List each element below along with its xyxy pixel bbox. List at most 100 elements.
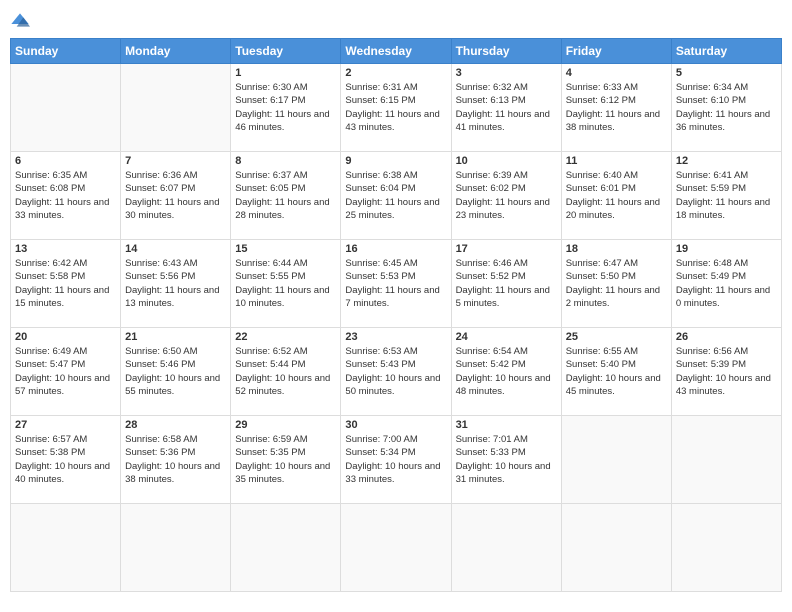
day-number: 10 <box>456 155 557 167</box>
day-info: Sunrise: 6:47 AM Sunset: 5:50 PM Dayligh… <box>566 257 667 310</box>
day-number: 26 <box>676 331 777 343</box>
calendar-cell <box>561 504 671 592</box>
day-number: 18 <box>566 243 667 255</box>
calendar-row: 20 Sunrise: 6:49 AM Sunset: 5:47 PM Dayli… <box>11 328 782 416</box>
weekday-header-row: SundayMondayTuesdayWednesdayThursdayFrid… <box>11 39 782 64</box>
day-info: Sunrise: 6:52 AM Sunset: 5:44 PM Dayligh… <box>235 345 336 398</box>
calendar-cell: 13Sunrise: 6:42 AM Sunset: 5:58 PM Dayli… <box>11 240 121 328</box>
calendar-cell: 1 Sunrise: 6:30 AM Sunset: 6:17 PM Daylig… <box>231 64 341 152</box>
calendar-cell: 22 Sunrise: 6:52 AM Sunset: 5:44 PM Dayli… <box>231 328 341 416</box>
calendar-cell: 24 Sunrise: 6:54 AM Sunset: 5:42 PM Dayli… <box>451 328 561 416</box>
day-info: Sunrise: 6:35 AM Sunset: 6:08 PM Dayligh… <box>15 169 116 222</box>
day-info: Sunrise: 6:30 AM Sunset: 6:17 PM Dayligh… <box>235 81 336 134</box>
day-number: 8 <box>235 155 336 167</box>
day-number: 25 <box>566 331 667 343</box>
calendar-cell: 7 Sunrise: 6:36 AM Sunset: 6:07 PM Daylig… <box>121 152 231 240</box>
calendar-cell <box>671 416 781 504</box>
day-number: 22 <box>235 331 336 343</box>
logo <box>10 10 34 30</box>
day-number: 3 <box>456 67 557 79</box>
calendar-cell: 3 Sunrise: 6:32 AM Sunset: 6:13 PM Daylig… <box>451 64 561 152</box>
day-number: 1 <box>235 67 336 79</box>
day-info: Sunrise: 6:31 AM Sunset: 6:15 PM Dayligh… <box>345 81 446 134</box>
calendar-cell: 6 Sunrise: 6:35 AM Sunset: 6:08 PM Daylig… <box>11 152 121 240</box>
day-number: 20 <box>15 331 116 343</box>
weekday-header-saturday: Saturday <box>671 39 781 64</box>
day-number: 17 <box>456 243 557 255</box>
day-number: 14 <box>125 243 226 255</box>
calendar-cell: 2 Sunrise: 6:31 AM Sunset: 6:15 PM Daylig… <box>341 64 451 152</box>
day-number: 7 <box>125 155 226 167</box>
day-number: 13 <box>15 243 116 255</box>
weekday-header-sunday: Sunday <box>11 39 121 64</box>
day-info: Sunrise: 6:33 AM Sunset: 6:12 PM Dayligh… <box>566 81 667 134</box>
day-info: Sunrise: 6:36 AM Sunset: 6:07 PM Dayligh… <box>125 169 226 222</box>
calendar-cell: 15Sunrise: 6:44 AM Sunset: 5:55 PM Dayli… <box>231 240 341 328</box>
calendar-cell <box>671 504 781 592</box>
day-number: 11 <box>566 155 667 167</box>
weekday-header-friday: Friday <box>561 39 671 64</box>
day-info: Sunrise: 6:38 AM Sunset: 6:04 PM Dayligh… <box>345 169 446 222</box>
day-number: 5 <box>676 67 777 79</box>
calendar-cell: 27Sunrise: 6:57 AM Sunset: 5:38 PM Dayli… <box>11 416 121 504</box>
day-info: Sunrise: 6:49 AM Sunset: 5:47 PM Dayligh… <box>15 345 116 398</box>
logo-icon <box>10 10 30 30</box>
calendar-cell: 29 Sunrise: 6:59 AM Sunset: 5:35 PM Dayli… <box>231 416 341 504</box>
calendar-cell: 31 Sunrise: 7:01 AM Sunset: 5:33 PM Dayli… <box>451 416 561 504</box>
day-number: 24 <box>456 331 557 343</box>
day-info: Sunrise: 6:45 AM Sunset: 5:53 PM Dayligh… <box>345 257 446 310</box>
calendar-cell: 14 Sunrise: 6:43 AM Sunset: 5:56 PM Dayli… <box>121 240 231 328</box>
calendar-row: 1 Sunrise: 6:30 AM Sunset: 6:17 PM Daylig… <box>11 64 782 152</box>
day-info: Sunrise: 6:40 AM Sunset: 6:01 PM Dayligh… <box>566 169 667 222</box>
calendar-cell: 11 Sunrise: 6:40 AM Sunset: 6:01 PM Dayli… <box>561 152 671 240</box>
day-number: 9 <box>345 155 446 167</box>
day-info: Sunrise: 6:59 AM Sunset: 5:35 PM Dayligh… <box>235 433 336 486</box>
day-number: 4 <box>566 67 667 79</box>
calendar-cell: 17Sunrise: 6:46 AM Sunset: 5:52 PM Dayli… <box>451 240 561 328</box>
day-number: 6 <box>15 155 116 167</box>
calendar-cell: 19 Sunrise: 6:48 AM Sunset: 5:49 PM Dayli… <box>671 240 781 328</box>
calendar-cell <box>11 64 121 152</box>
weekday-header-monday: Monday <box>121 39 231 64</box>
weekday-header-thursday: Thursday <box>451 39 561 64</box>
day-info: Sunrise: 6:54 AM Sunset: 5:42 PM Dayligh… <box>456 345 557 398</box>
calendar-cell: 8 Sunrise: 6:37 AM Sunset: 6:05 PM Daylig… <box>231 152 341 240</box>
day-number: 2 <box>345 67 446 79</box>
day-info: Sunrise: 6:43 AM Sunset: 5:56 PM Dayligh… <box>125 257 226 310</box>
calendar-row: 27Sunrise: 6:57 AM Sunset: 5:38 PM Dayli… <box>11 416 782 504</box>
day-info: Sunrise: 6:39 AM Sunset: 6:02 PM Dayligh… <box>456 169 557 222</box>
calendar-cell: 5 Sunrise: 6:34 AM Sunset: 6:10 PM Daylig… <box>671 64 781 152</box>
calendar-cell <box>231 504 341 592</box>
calendar-cell <box>121 504 231 592</box>
day-info: Sunrise: 6:55 AM Sunset: 5:40 PM Dayligh… <box>566 345 667 398</box>
calendar-cell: 9 Sunrise: 6:38 AM Sunset: 6:04 PM Daylig… <box>341 152 451 240</box>
calendar-cell: 23Sunrise: 6:53 AM Sunset: 5:43 PM Dayli… <box>341 328 451 416</box>
calendar-cell: 26 Sunrise: 6:56 AM Sunset: 5:39 PM Dayli… <box>671 328 781 416</box>
day-info: Sunrise: 6:34 AM Sunset: 6:10 PM Dayligh… <box>676 81 777 134</box>
day-number: 30 <box>345 419 446 431</box>
day-info: Sunrise: 6:57 AM Sunset: 5:38 PM Dayligh… <box>15 433 116 486</box>
day-number: 15 <box>235 243 336 255</box>
day-info: Sunrise: 6:32 AM Sunset: 6:13 PM Dayligh… <box>456 81 557 134</box>
day-info: Sunrise: 6:48 AM Sunset: 5:49 PM Dayligh… <box>676 257 777 310</box>
weekday-header-tuesday: Tuesday <box>231 39 341 64</box>
day-number: 29 <box>235 419 336 431</box>
calendar-cell: 20 Sunrise: 6:49 AM Sunset: 5:47 PM Dayli… <box>11 328 121 416</box>
calendar-cell: 21Sunrise: 6:50 AM Sunset: 5:46 PM Dayli… <box>121 328 231 416</box>
day-info: Sunrise: 7:01 AM Sunset: 5:33 PM Dayligh… <box>456 433 557 486</box>
calendar-cell: 18 Sunrise: 6:47 AM Sunset: 5:50 PM Dayli… <box>561 240 671 328</box>
calendar-cell: 4 Sunrise: 6:33 AM Sunset: 6:12 PM Daylig… <box>561 64 671 152</box>
day-info: Sunrise: 6:53 AM Sunset: 5:43 PM Dayligh… <box>345 345 446 398</box>
calendar-row <box>11 504 782 592</box>
calendar-cell <box>341 504 451 592</box>
day-number: 19 <box>676 243 777 255</box>
day-info: Sunrise: 6:37 AM Sunset: 6:05 PM Dayligh… <box>235 169 336 222</box>
calendar-table: SundayMondayTuesdayWednesdayThursdayFrid… <box>10 38 782 592</box>
calendar-cell: 10 Sunrise: 6:39 AM Sunset: 6:02 PM Dayli… <box>451 152 561 240</box>
day-info: Sunrise: 6:56 AM Sunset: 5:39 PM Dayligh… <box>676 345 777 398</box>
calendar-cell <box>121 64 231 152</box>
day-number: 28 <box>125 419 226 431</box>
day-number: 31 <box>456 419 557 431</box>
calendar-cell: 28Sunrise: 6:58 AM Sunset: 5:36 PM Dayli… <box>121 416 231 504</box>
calendar-cell <box>451 504 561 592</box>
